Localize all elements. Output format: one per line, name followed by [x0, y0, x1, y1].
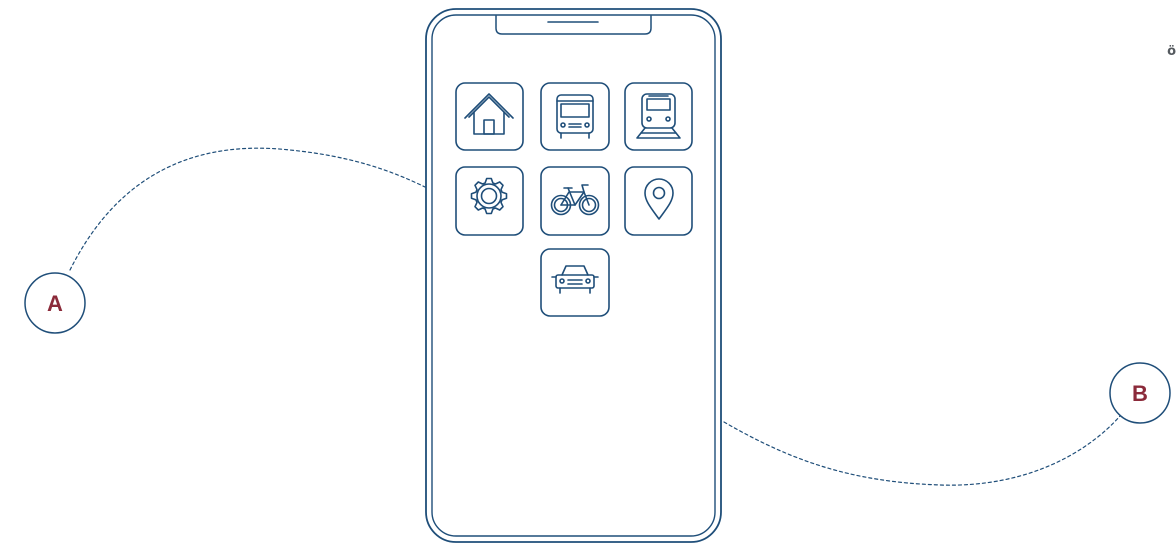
- bus-icon: [556, 94, 594, 139]
- home-icon: [464, 93, 514, 135]
- phone-notch: [495, 15, 652, 35]
- app-settings-button[interactable]: [455, 166, 524, 236]
- app-bus-button[interactable]: [540, 82, 610, 151]
- corner-text: ö: [1167, 44, 1176, 59]
- app-home-button[interactable]: [455, 82, 524, 151]
- gear-icon: [470, 177, 508, 215]
- app-location-button[interactable]: [624, 166, 693, 236]
- node-b-label: B: [1132, 381, 1148, 406]
- route-path-b: [723, 415, 1121, 486]
- route-path-a: [69, 147, 426, 271]
- bicycle-icon: [550, 184, 600, 216]
- app-car-button[interactable]: [540, 248, 610, 317]
- app-bicycle-button[interactable]: [540, 166, 610, 236]
- diagram-canvas: A B ö: [0, 0, 1176, 544]
- diagram-svg: A B: [24, 8, 1171, 543]
- car-icon: [551, 265, 599, 294]
- app-train-button[interactable]: [624, 82, 693, 151]
- train-icon: [636, 93, 681, 139]
- map-pin-icon: [644, 178, 674, 220]
- node-a-label: A: [47, 291, 63, 316]
